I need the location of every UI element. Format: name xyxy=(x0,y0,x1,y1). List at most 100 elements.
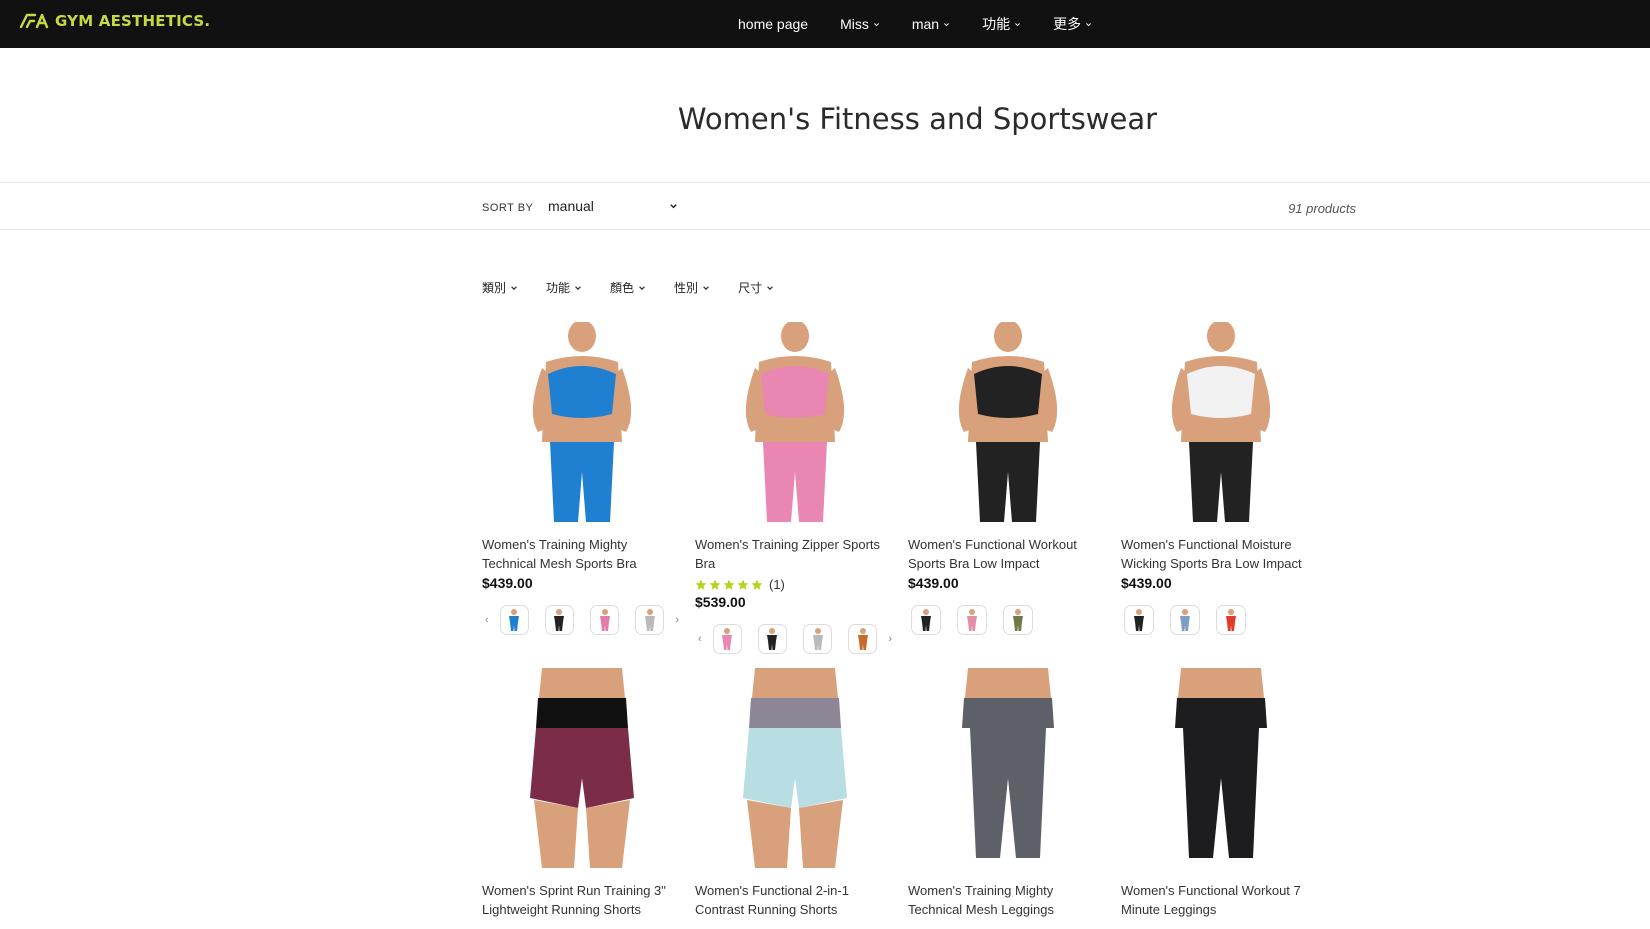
color-swatch[interactable] xyxy=(957,605,987,635)
color-swatch[interactable] xyxy=(590,605,620,635)
filter-3[interactable]: 性別 xyxy=(674,279,710,296)
swatch-thumbnail xyxy=(921,609,931,631)
site-logo[interactable]: GYM AESTHETICS. xyxy=(17,11,210,31)
color-swatch[interactable] xyxy=(1124,605,1154,635)
product-card: Women's Training Mighty Technical Mesh L… xyxy=(908,668,1108,919)
product-image[interactable] xyxy=(908,322,1108,522)
nav-item-0[interactable]: home page xyxy=(738,16,808,32)
product-card: Women's Functional Workout 7 Minute Legg… xyxy=(1121,668,1321,919)
swatch-thumbnail xyxy=(599,609,610,631)
collection-header: Women's Fitness and Sportswear xyxy=(0,48,1650,183)
product-rating[interactable]: (1) xyxy=(695,577,895,592)
product-image[interactable] xyxy=(1121,668,1321,868)
chevron-left-icon[interactable]: ‹ xyxy=(482,614,492,626)
filter-label: 類別 xyxy=(482,281,507,295)
color-swatch[interactable] xyxy=(544,605,575,635)
product-name[interactable]: Women's Training Zipper Sports Bra xyxy=(695,535,895,573)
filter-1[interactable]: 功能 xyxy=(546,279,582,296)
swatch-thumbnail xyxy=(509,609,520,631)
product-image[interactable] xyxy=(482,322,682,522)
nav-item-1[interactable]: Miss xyxy=(840,16,880,32)
product-name[interactable]: Women's Functional Moisture Wicking Spor… xyxy=(1121,535,1321,573)
swatch-thumbnail xyxy=(1180,609,1190,631)
product-name[interactable]: Women's Functional Workout Sports Bra Lo… xyxy=(908,535,1108,573)
filter-4[interactable]: 尺寸 xyxy=(738,279,774,296)
nav-item-2[interactable]: man xyxy=(912,16,950,32)
nav-item-4[interactable]: 更多 xyxy=(1053,14,1092,34)
nav-item-label: home page xyxy=(738,16,809,32)
sort-bar: SORT BY manual 91 products xyxy=(0,183,1650,230)
filter-label: 顏色 xyxy=(610,281,635,295)
swatch-thumbnail xyxy=(767,628,778,650)
product-card: Women's Functional 2-in-1 Contrast Runni… xyxy=(695,668,895,919)
product-image[interactable] xyxy=(695,668,895,868)
color-swatches xyxy=(908,605,1108,635)
nav-item-label: Miss xyxy=(840,16,869,32)
product-image[interactable] xyxy=(1121,322,1321,522)
logo-text: GYM AESTHETICS. xyxy=(55,12,211,30)
filter-0[interactable]: 類別 xyxy=(482,279,518,296)
color-swatch[interactable] xyxy=(635,605,665,635)
product-name[interactable]: Women's Functional Workout 7 Minute Legg… xyxy=(1121,881,1321,919)
chevron-left-icon[interactable]: ‹ xyxy=(695,633,705,645)
chevron-down-icon xyxy=(767,285,773,290)
product-price: $539.00 xyxy=(695,594,746,610)
filter-label: 功能 xyxy=(546,281,571,295)
star-icon xyxy=(709,579,721,590)
color-swatch[interactable] xyxy=(757,624,788,654)
rating-count: (1) xyxy=(769,577,785,592)
filter-label: 尺寸 xyxy=(738,281,763,295)
star-icon xyxy=(723,579,735,590)
star-icon xyxy=(737,579,749,590)
star-icon xyxy=(751,579,763,590)
color-swatch[interactable] xyxy=(1216,605,1246,635)
filter-2[interactable]: 顏色 xyxy=(610,279,646,296)
chevron-down-icon xyxy=(575,285,581,290)
swatch-thumbnail xyxy=(812,628,823,650)
star-icon xyxy=(695,579,707,590)
product-name[interactable]: Women's Sprint Run Training 3" Lightweig… xyxy=(482,881,682,919)
sort-value: manual xyxy=(548,198,594,214)
product-count: 91 products xyxy=(1288,201,1356,216)
color-swatch[interactable] xyxy=(1170,605,1200,635)
chevron-down-icon xyxy=(670,203,677,208)
product-name[interactable]: Women's Training Mighty Technical Mesh S… xyxy=(482,535,682,573)
product-name[interactable]: Women's Functional 2-in-1 Contrast Runni… xyxy=(695,881,895,919)
sort-label: SORT BY xyxy=(482,202,534,214)
color-swatches: ‹ › xyxy=(695,624,895,654)
product-image[interactable] xyxy=(695,322,895,522)
swatch-thumbnail xyxy=(1134,609,1144,631)
swatch-thumbnail xyxy=(857,628,868,650)
nav-item-label: 更多 xyxy=(1053,16,1082,32)
color-swatch[interactable] xyxy=(911,605,941,635)
main-nav: home page Miss man 功能 更多 xyxy=(738,0,1124,48)
product-image[interactable] xyxy=(908,668,1108,868)
site-header: GYM AESTHETICS. home page Miss man 功能 更多 xyxy=(0,0,1650,48)
swatch-thumbnail xyxy=(554,609,565,631)
chevron-down-icon xyxy=(1086,22,1092,26)
swatch-thumbnail xyxy=(644,609,655,631)
color-swatch[interactable] xyxy=(1003,605,1033,635)
sort-dropdown[interactable]: manual xyxy=(548,198,678,214)
product-price: $439.00 xyxy=(482,575,533,591)
chevron-right-icon[interactable]: › xyxy=(672,614,682,626)
product-card: Women's Training Mighty Technical Mesh S… xyxy=(482,322,682,635)
color-swatch[interactable] xyxy=(848,624,878,654)
color-swatch[interactable] xyxy=(803,624,833,654)
swatch-thumbnail xyxy=(1013,609,1023,631)
color-swatches: ‹ › xyxy=(482,605,682,635)
swatch-thumbnail xyxy=(1226,609,1236,631)
color-swatch[interactable] xyxy=(499,605,529,635)
product-image[interactable] xyxy=(482,668,682,868)
chevron-right-icon[interactable]: › xyxy=(885,633,895,645)
product-name[interactable]: Women's Training Mighty Technical Mesh L… xyxy=(908,881,1108,919)
product-price: $439.00 xyxy=(908,575,959,591)
product-price: $439.00 xyxy=(1121,575,1172,591)
color-swatch[interactable] xyxy=(712,624,742,654)
chevron-down-icon xyxy=(639,285,645,290)
product-card: Women's Training Zipper Sports Bra (1) $53… xyxy=(695,322,895,654)
nav-item-3[interactable]: 功能 xyxy=(982,14,1021,34)
logo-icon xyxy=(19,13,49,29)
nav-item-label: man xyxy=(911,16,940,32)
color-swatches xyxy=(1121,605,1321,635)
